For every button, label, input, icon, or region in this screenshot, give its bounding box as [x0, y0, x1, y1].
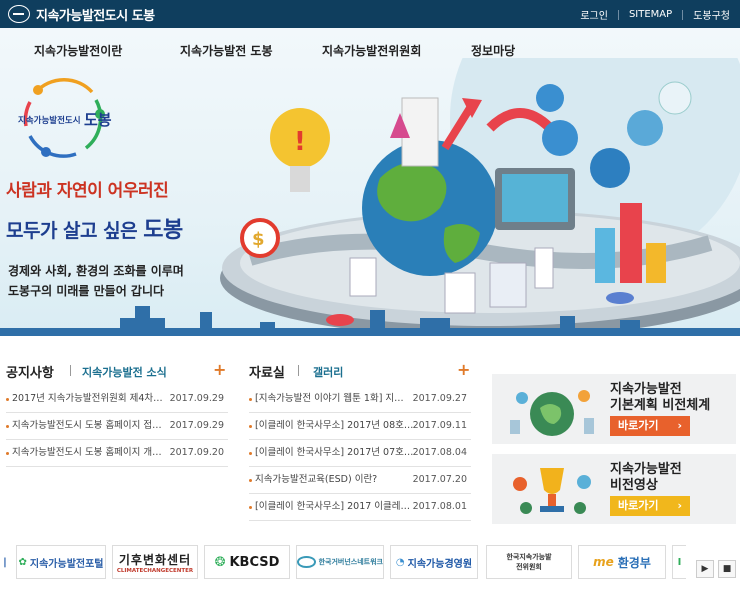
- emblem-text: 지속가능발전도시: [18, 116, 81, 126]
- archive-heading[interactable]: 자료실: [249, 362, 285, 381]
- slogan-line-2-emphasis: 도봉: [143, 217, 183, 243]
- notice-list: 2017년 지속가능발전위원회 제4차… 2017.09.29 지속가능발전도시 …: [6, 386, 228, 467]
- top-bar: 지속가능발전도시 도봉 로그인 SITEMAP 도봉구청: [0, 0, 740, 28]
- divider: [682, 9, 684, 20]
- list-item[interactable]: 지속가능발전도시 도봉 홈페이지 개… 2017.09.20: [6, 440, 228, 467]
- banner-prev-partial: |: [0, 545, 10, 579]
- list-item[interactable]: [지속가능발전 이야기 웹툰 1화] 지… 2017.09.27: [249, 386, 471, 413]
- list-item[interactable]: [이클레이 한국사무소] 2017년 07호… 2017.08.04: [249, 440, 471, 467]
- archive-list: [지속가능발전 이야기 웹툰 1화] 지… 2017.09.27 [이클레이 한국…: [249, 386, 471, 521]
- list-item[interactable]: 지속가능발전교육(ESD) 이란? 2017.07.20: [249, 467, 471, 494]
- banner-bisd[interactable]: ◔ 지속가능경영원: [390, 545, 478, 579]
- main-navigation: 지속가능발전이란 지속가능발전 도봉 지속가능발전위원회 정보마당: [0, 42, 740, 62]
- list-item[interactable]: [이클레이 한국사무소] 2017 이클레… 2017.08.01: [249, 494, 471, 521]
- banner-sustainability-portal[interactable]: ✿ 지속가능발전포털: [16, 545, 106, 579]
- login-link[interactable]: 로그인: [580, 7, 608, 22]
- notice-heading[interactable]: 공지사항: [6, 362, 54, 381]
- nav-item-info[interactable]: 정보마당: [471, 42, 515, 59]
- banner-oval-icon: [297, 556, 316, 568]
- sitemap-link[interactable]: SITEMAP: [629, 9, 672, 20]
- skyline-decoration: [0, 306, 740, 336]
- list-item[interactable]: 지속가능발전도시 도봉 홈페이지 접… 2017.09.29: [6, 413, 228, 440]
- play-icon[interactable]: ▶: [696, 560, 714, 578]
- nav-item-committee[interactable]: 지속가능발전위원회: [322, 42, 421, 59]
- chevron-right-icon: ›: [677, 499, 682, 512]
- list-item[interactable]: [이클레이 한국사무소] 2017년 08호… 2017.09.11: [249, 413, 471, 440]
- banner-next-partial: I: [672, 545, 686, 579]
- chevron-right-icon: ›: [677, 419, 682, 432]
- globe-eco-icon: [510, 390, 594, 436]
- go-button-vision-video[interactable]: 바로가기 ›: [610, 496, 690, 516]
- slogan-line-2: 모두가 살고 싶은 도봉: [6, 212, 183, 244]
- site-logo[interactable]: 지속가능발전도시 도봉: [8, 4, 155, 24]
- banner-swirl-icon: ◔: [395, 556, 405, 568]
- emblem-big-text: 도봉: [84, 111, 112, 129]
- archive-more-plus-icon[interactable]: +: [457, 360, 470, 379]
- banner-governance-network[interactable]: 한국거버넌스네트워크: [296, 545, 384, 579]
- banner-me-logo-icon: me: [593, 555, 614, 569]
- notice-more-plus-icon[interactable]: +: [213, 360, 226, 379]
- banner-climate-change-center[interactable]: 기후변화센터 CLIMATECHANGECENTER: [112, 545, 198, 579]
- promo-title: 지속가능발전 비전영상: [610, 462, 682, 493]
- utility-links: 로그인 SITEMAP 도봉구청: [580, 7, 730, 22]
- hero-banner: ! $ 지속가능발전이란 지속가능발전 도봉 지속가능발전위원회 정보마당 지속…: [0, 28, 740, 336]
- promo-vision-system: 지속가능발전 기본계획 비전체계 바로가기 ›: [492, 374, 736, 444]
- svg-text:$: $: [252, 229, 265, 250]
- logo-text: 지속가능발전도시 도봉: [36, 8, 155, 24]
- trophy-eco-icon: [513, 468, 591, 514]
- banner-leaf-icon: ✿: [18, 556, 27, 568]
- divider: [617, 9, 619, 20]
- slogan-line-1: 사람과 자연이 어우러진: [6, 181, 169, 201]
- dobong-emblem: 지속가능발전도시 도봉: [16, 72, 112, 160]
- divider: [298, 365, 299, 376]
- tab-gallery[interactable]: 갤러리: [313, 364, 343, 380]
- promo-vision-video: 지속가능발전 비전영상 바로가기 ›: [492, 454, 736, 524]
- stop-icon[interactable]: ■: [718, 560, 736, 578]
- divider: [70, 365, 71, 376]
- go-button-vision-system[interactable]: 바로가기 ›: [610, 416, 690, 436]
- hero-description-1: 경제와 사회, 환경의 조화를 이루며: [8, 264, 184, 278]
- banner-gear-icon: ❂: [214, 554, 226, 570]
- logo-emblem-icon: [8, 5, 30, 23]
- dobong-office-link[interactable]: 도봉구청: [693, 7, 730, 22]
- list-item[interactable]: 2017년 지속가능발전위원회 제4차… 2017.09.29: [6, 386, 228, 413]
- nav-item-about[interactable]: 지속가능발전이란: [34, 42, 122, 59]
- tab-sustainability-news[interactable]: 지속가능발전 소식: [82, 364, 167, 380]
- banner-ministry-environment[interactable]: me 환경부: [578, 545, 666, 579]
- banner-korea-sd-committee[interactable]: 한국지속가능발전위원회: [486, 545, 572, 579]
- slogan-line-2-text: 모두가 살고 싶은: [6, 220, 144, 242]
- promo-title: 지속가능발전 기본계획 비전체계: [610, 382, 711, 413]
- svg-text:!: !: [294, 127, 306, 157]
- nav-item-dobong[interactable]: 지속가능발전 도봉: [180, 42, 273, 59]
- partner-banner-strip: | ✿ 지속가능발전포털 기후변화센터 CLIMATECHANGECENTER ❂ K…: [0, 545, 740, 581]
- banner-kbcsd[interactable]: ❂ KBCSD: [204, 545, 290, 579]
